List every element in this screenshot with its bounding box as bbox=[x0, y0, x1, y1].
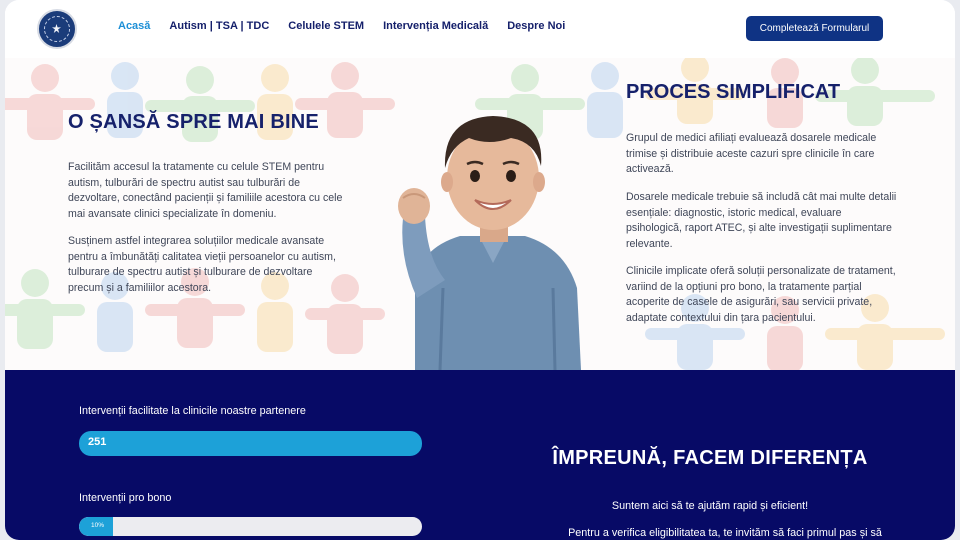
interventions-bar-label: Intervenții facilitate la clinicile noas… bbox=[79, 405, 306, 417]
nav-item-despre-noi[interactable]: Despre Noi bbox=[507, 20, 565, 32]
hero-paragraph-1: Facilităm accesul la tratamente cu celul… bbox=[68, 161, 343, 220]
process-paragraph-2: Dosarele medicale trebuie să includă cât… bbox=[626, 191, 897, 250]
hero-title: O ȘANSĂ SPRE MAI BINE bbox=[68, 111, 319, 133]
stats-section: Intervenții facilitate la clinicile noas… bbox=[5, 370, 955, 540]
nav-item-autism[interactable]: Autism | TSA | TDC bbox=[169, 20, 269, 32]
nav-item-interventia-medicala[interactable]: Intervenția Medicală bbox=[383, 20, 488, 32]
together-text: Pentru a verifica eligibilitatea ta, te … bbox=[568, 527, 882, 539]
pro-bono-bar-label: Intervenții pro bono bbox=[79, 492, 172, 504]
process-paragraph-1: Grupul de medici afiliați evaluează dosa… bbox=[626, 132, 877, 175]
together-subtitle: Suntem aici să te ajutăm rapid și eficie… bbox=[611, 500, 809, 512]
hero-paragraph-2: Susținem astfel integrarea soluțiilor me… bbox=[68, 235, 336, 294]
process-title: PROCES SIMPLIFICAT bbox=[626, 81, 841, 103]
child-photo bbox=[398, 116, 581, 370]
nav-item-celulele-stem[interactable]: Celulele STEM bbox=[288, 20, 364, 32]
pro-bono-percent: 10% bbox=[91, 522, 105, 529]
logo-emblem-icon bbox=[44, 16, 70, 42]
page: Acasă Autism | TSA | TDC Celulele STEM I… bbox=[5, 0, 955, 540]
interventions-progress-bar: 251 bbox=[79, 431, 422, 456]
hero-section: O ȘANSĂ SPRE MAI BINE Facilităm accesul … bbox=[5, 58, 955, 370]
site-logo[interactable] bbox=[37, 9, 77, 49]
together-title: ÎMPREUNĂ, FACEM DIFERENȚA bbox=[552, 447, 868, 469]
interventions-count: 251 bbox=[88, 436, 107, 448]
complete-form-button[interactable]: Completează Formularul bbox=[746, 16, 883, 41]
nav-item-acasa[interactable]: Acasă bbox=[118, 20, 150, 32]
process-paragraph-3: Clinicile implicate oferă soluții person… bbox=[626, 265, 896, 324]
site-header: Acasă Autism | TSA | TDC Celulele STEM I… bbox=[5, 0, 955, 58]
main-nav: Acasă Autism | TSA | TDC Celulele STEM I… bbox=[118, 20, 584, 32]
pro-bono-progress-bar: 10% bbox=[79, 517, 422, 536]
